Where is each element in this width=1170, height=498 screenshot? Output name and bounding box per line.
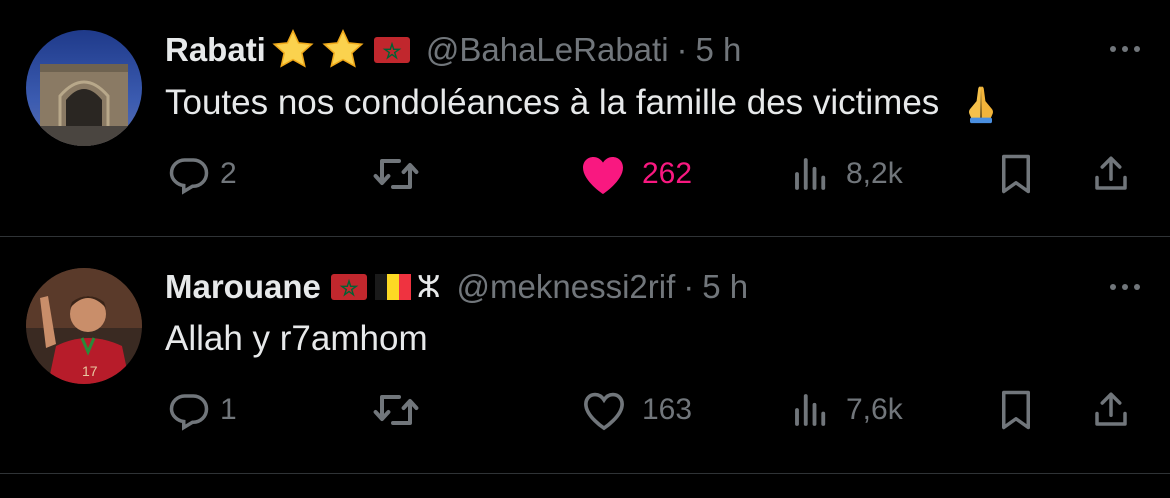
heart-outline-icon bbox=[584, 392, 624, 431]
bookmark-button[interactable] bbox=[996, 144, 1036, 204]
tweet-text: Toutes nos condoléances à la famille des… bbox=[165, 80, 1003, 126]
tweet-actions: 1 163 7,6k bbox=[0, 380, 1170, 440]
bookmark-button[interactable] bbox=[996, 380, 1036, 440]
morocco-flag-icon bbox=[330, 274, 367, 300]
views-icon bbox=[795, 158, 826, 190]
reply-count: 1 bbox=[220, 393, 237, 426]
reply-count: 2 bbox=[220, 157, 237, 190]
share-button[interactable] bbox=[1090, 144, 1132, 204]
tweet-text-content: Toutes nos condoléances à la famille des… bbox=[165, 83, 940, 122]
retweet-button[interactable] bbox=[372, 144, 420, 204]
divider bbox=[0, 473, 1170, 474]
timestamp[interactable]: 5 h bbox=[702, 268, 748, 306]
avatar[interactable]: 17 bbox=[26, 268, 142, 384]
heart-filled-icon bbox=[583, 157, 623, 194]
separator-dot: · bbox=[676, 31, 688, 68]
more-options-icon[interactable] bbox=[1110, 46, 1140, 52]
tweet-header: Marouane ⵣ @meknessi2rif · 5 h bbox=[165, 264, 748, 310]
tweet-2[interactable]: 17 Marouane ⵣ @meknessi2rif · 5 h Allah … bbox=[0, 237, 1170, 473]
like-count: 163 bbox=[642, 393, 693, 426]
retweet-icon bbox=[373, 159, 419, 189]
morocco-flag-icon bbox=[373, 37, 410, 63]
reply-icon bbox=[169, 394, 209, 431]
display-name[interactable]: Marouane bbox=[165, 268, 321, 306]
belgium-flag-icon bbox=[374, 274, 411, 300]
retweet-icon bbox=[373, 395, 419, 425]
amazigh-symbol-icon: ⵣ bbox=[416, 269, 441, 305]
tweet-header: Rabati @BahaLeRabati · 5 h bbox=[165, 27, 741, 73]
tweet-1[interactable]: Rabati @BahaLeRabati · 5 h Toutes nos co… bbox=[0, 0, 1170, 236]
views-button[interactable]: 7,6k bbox=[790, 380, 903, 440]
bookmark-icon bbox=[1002, 154, 1030, 194]
share-icon bbox=[1095, 156, 1127, 190]
tweet-text: Allah y r7amhom bbox=[165, 316, 428, 362]
share-icon bbox=[1095, 392, 1127, 426]
svg-text:17: 17 bbox=[82, 363, 98, 379]
views-button[interactable]: 8,2k bbox=[790, 144, 903, 204]
avatar[interactable] bbox=[26, 30, 142, 146]
display-name[interactable]: Rabati bbox=[165, 31, 266, 69]
star-emoji-icon bbox=[272, 28, 314, 68]
views-icon bbox=[795, 394, 826, 426]
view-count: 8,2k bbox=[846, 157, 903, 190]
timestamp[interactable]: 5 h bbox=[696, 31, 742, 69]
handle[interactable]: @meknessi2rif bbox=[457, 268, 676, 306]
praying-hands-emoji-icon bbox=[969, 86, 994, 124]
separator-dot: · bbox=[683, 268, 695, 305]
share-button[interactable] bbox=[1090, 380, 1132, 440]
handle[interactable]: @BahaLeRabati bbox=[426, 31, 669, 69]
name-badges: ⵣ bbox=[330, 269, 441, 305]
like-button[interactable]: 163 bbox=[580, 380, 692, 440]
retweet-button[interactable] bbox=[372, 380, 420, 440]
more-options-icon[interactable] bbox=[1110, 284, 1140, 290]
tweet-actions: 2 262 8,2k bbox=[0, 144, 1170, 204]
bookmark-icon bbox=[1002, 390, 1030, 430]
star-emoji-icon bbox=[322, 28, 364, 68]
like-button[interactable]: 262 bbox=[578, 144, 692, 204]
reply-button[interactable]: 2 bbox=[168, 144, 237, 204]
reply-icon bbox=[169, 158, 209, 195]
like-count: 262 bbox=[642, 157, 693, 190]
tweet-text-content: Allah y r7amhom bbox=[165, 319, 428, 358]
reply-button[interactable]: 1 bbox=[168, 380, 237, 440]
name-badges bbox=[270, 27, 410, 73]
view-count: 7,6k bbox=[846, 393, 903, 426]
